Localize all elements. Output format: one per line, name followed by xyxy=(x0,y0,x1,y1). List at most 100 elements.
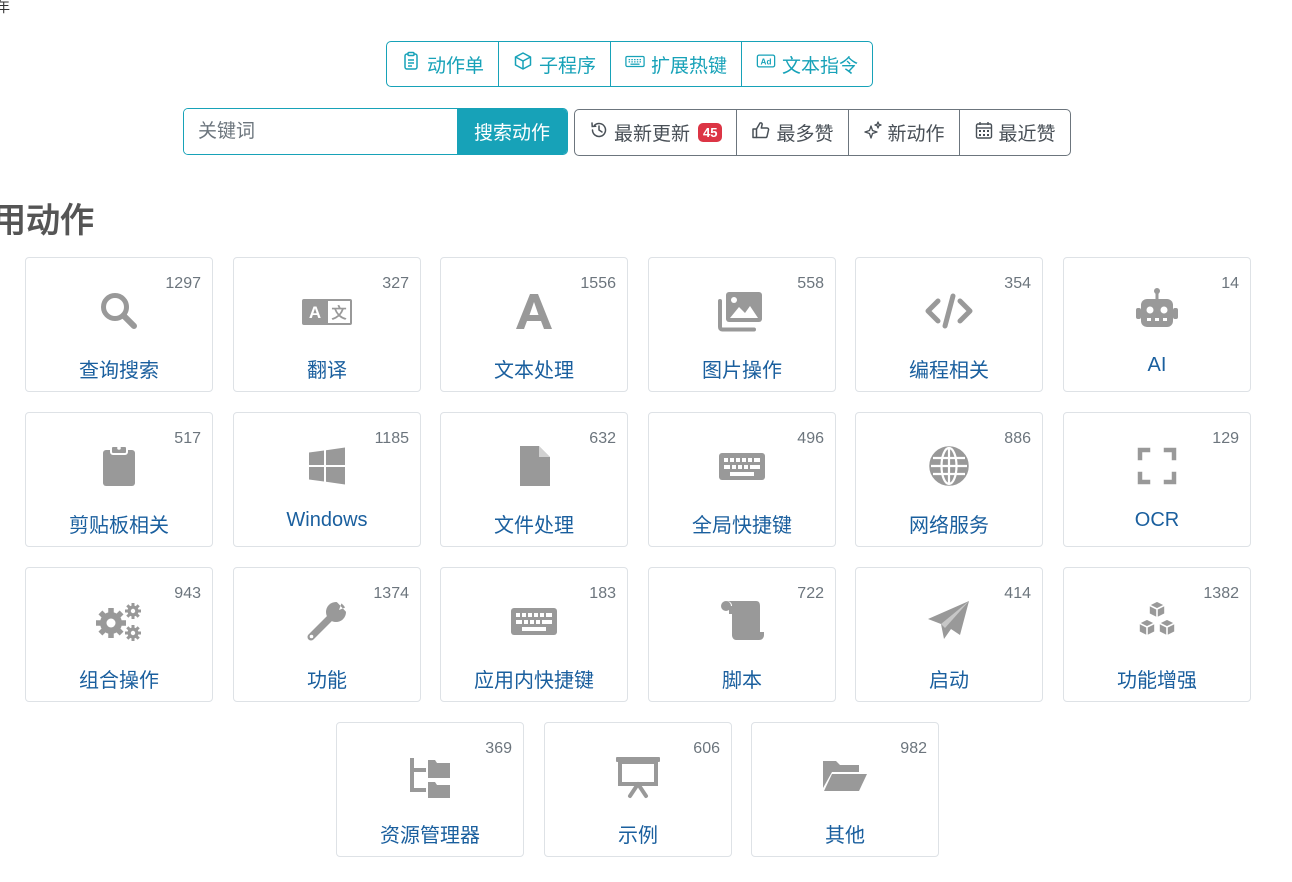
category-card-ocr[interactable]: 129 OCR xyxy=(1063,412,1251,547)
search-box: 搜索动作 xyxy=(183,108,568,155)
search-button[interactable]: 搜索动作 xyxy=(457,109,567,154)
category-label: 示例 xyxy=(618,825,658,847)
clipboard-icon xyxy=(93,440,145,492)
category-label: 功能 xyxy=(307,670,347,692)
category-label: 组合操作 xyxy=(79,670,159,692)
category-card-image[interactable]: 558 图片操作 xyxy=(648,257,836,392)
category-card-search[interactable]: 1297 查询搜索 xyxy=(25,257,213,392)
category-label: OCR xyxy=(1134,509,1180,531)
category-card-translate[interactable]: 327 A文 翻译 xyxy=(233,257,421,392)
category-label: 其他 xyxy=(825,825,865,847)
sort-label: 最新更新 xyxy=(614,124,691,145)
sparkles-icon xyxy=(863,120,883,146)
calendar-icon xyxy=(974,120,994,146)
category-card-example[interactable]: 606 示例 xyxy=(544,722,732,857)
category-count: 943 xyxy=(174,585,201,602)
category-count: 606 xyxy=(693,740,720,757)
svg-text:文: 文 xyxy=(331,304,347,322)
corner-glyph: 年 xyxy=(0,0,10,15)
code-icon xyxy=(923,285,975,337)
sort-latest-button[interactable]: 最新更新 45 xyxy=(575,110,738,155)
category-count: 496 xyxy=(797,430,824,447)
category-label: 图片操作 xyxy=(702,360,782,382)
category-card-app-hotkey[interactable]: 183 应用内快捷键 xyxy=(440,567,628,702)
category-count: 414 xyxy=(1004,585,1031,602)
category-card-windows[interactable]: 1185 Windows xyxy=(233,412,421,547)
category-card-clipboard[interactable]: 517 剪贴板相关 xyxy=(25,412,213,547)
category-card-script[interactable]: 722 脚本 xyxy=(648,567,836,702)
nav-label: 动作单 xyxy=(427,55,485,77)
sort-most-liked-button[interactable]: 最多赞 xyxy=(737,110,849,155)
category-card-global-hotkey[interactable]: 496 全局快捷键 xyxy=(648,412,836,547)
category-label: 脚本 xyxy=(722,670,762,692)
cube-icon xyxy=(513,51,533,77)
nav-label: 子程序 xyxy=(539,55,597,77)
svg-text:A: A xyxy=(309,303,321,322)
category-label: 查询搜索 xyxy=(79,360,159,382)
expand-icon xyxy=(1131,440,1183,492)
category-count: 1297 xyxy=(165,275,201,292)
category-count: 1185 xyxy=(374,430,409,447)
images-icon xyxy=(716,285,768,337)
category-count: 1382 xyxy=(1203,585,1239,602)
nav-subprogram-button[interactable]: 子程序 xyxy=(499,42,612,86)
file-icon xyxy=(508,440,560,492)
category-card-other[interactable]: 982 其他 xyxy=(751,722,939,857)
wrench-icon xyxy=(301,595,353,647)
search-input[interactable] xyxy=(184,109,457,154)
history-icon xyxy=(589,120,609,146)
sort-label: 新动作 xyxy=(887,124,945,145)
nav-action-list-button[interactable]: 动作单 xyxy=(387,42,500,86)
translate-icon: A文 xyxy=(301,285,353,337)
sort-label: 最多赞 xyxy=(776,124,834,145)
thumbs-up-icon xyxy=(751,120,771,146)
sort-new-action-button[interactable]: 新动作 xyxy=(849,110,960,155)
gears-icon xyxy=(93,595,145,647)
category-label: Windows xyxy=(286,509,368,531)
category-label: 资源管理器 xyxy=(380,825,480,847)
category-card-ai[interactable]: 14 AI xyxy=(1063,257,1251,392)
search-icon xyxy=(93,285,145,337)
category-label: AI xyxy=(1147,354,1167,376)
folder-open-icon xyxy=(819,750,871,802)
category-card-function[interactable]: 1374 功能 xyxy=(233,567,421,702)
globe-icon xyxy=(923,440,975,492)
category-card-file[interactable]: 632 文件处理 xyxy=(440,412,628,547)
top-nav: 动作单 子程序 扩展热键 Ad 文本指令 xyxy=(386,41,874,87)
nav-label: 扩展热键 xyxy=(651,55,728,77)
category-card-enhance[interactable]: 1382 功能增强 xyxy=(1063,567,1251,702)
category-count: 369 xyxy=(485,740,512,757)
category-card-combo[interactable]: 943 组合操作 xyxy=(25,567,213,702)
category-label: 启动 xyxy=(929,670,969,692)
category-label: 编程相关 xyxy=(909,360,989,382)
sort-group: 最新更新 45 最多赞 新动作 最近赞 xyxy=(574,109,1071,156)
category-count: 354 xyxy=(1004,275,1031,292)
category-label: 剪贴板相关 xyxy=(69,515,169,537)
nav-text-command-button[interactable]: Ad 文本指令 xyxy=(742,42,872,86)
scroll-icon xyxy=(716,595,768,647)
category-card-text[interactable]: 1556 文本处理 xyxy=(440,257,628,392)
update-count-badge: 45 xyxy=(698,123,723,142)
clipboard-list-icon xyxy=(401,51,421,77)
category-count: 722 xyxy=(797,585,824,602)
category-count: 982 xyxy=(900,740,927,757)
paper-plane-icon xyxy=(923,595,975,647)
keyboard-icon xyxy=(508,595,560,647)
sort-recent-liked-button[interactable]: 最近赞 xyxy=(960,110,1070,155)
category-count: 183 xyxy=(589,585,616,602)
category-card-network[interactable]: 886 网络服务 xyxy=(855,412,1043,547)
category-count: 558 xyxy=(797,275,824,292)
cubes-icon xyxy=(1131,595,1183,647)
category-card-code[interactable]: 354 编程相关 xyxy=(855,257,1043,392)
nav-label: 文本指令 xyxy=(782,55,859,77)
category-count: 14 xyxy=(1221,275,1239,292)
category-label: 翻译 xyxy=(307,360,347,382)
category-count: 1374 xyxy=(373,585,409,602)
sort-label: 最近赞 xyxy=(998,124,1056,145)
category-card-explorer[interactable]: 369 资源管理器 xyxy=(336,722,524,857)
keyboard-icon xyxy=(716,440,768,492)
category-card-launch[interactable]: 414 启动 xyxy=(855,567,1043,702)
svg-text:Ad: Ad xyxy=(761,58,772,67)
windows-icon xyxy=(301,440,353,492)
nav-hotkey-button[interactable]: 扩展热键 xyxy=(611,42,743,86)
